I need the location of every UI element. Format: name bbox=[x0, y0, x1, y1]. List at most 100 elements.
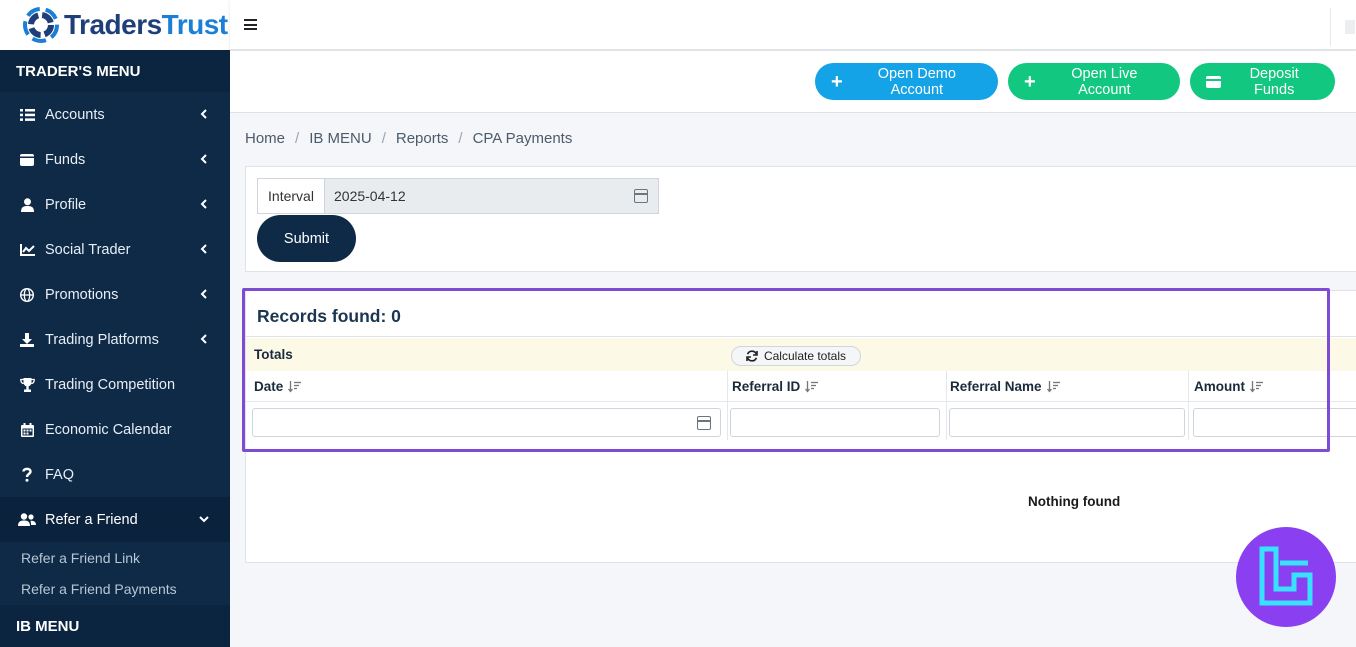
logo-text-part2: Trust bbox=[161, 9, 228, 40]
calendar-icon[interactable] bbox=[634, 189, 648, 203]
plus-icon: + bbox=[831, 70, 843, 93]
column-header-label: Amount bbox=[1194, 379, 1245, 394]
globe-icon bbox=[18, 287, 36, 303]
credit-card-icon bbox=[1206, 75, 1223, 88]
breadcrumb-ib-menu[interactable]: IB MENU bbox=[309, 130, 372, 147]
chart-line-icon bbox=[18, 242, 36, 258]
plus-icon: + bbox=[1024, 70, 1036, 93]
column-header-amount[interactable]: Amount bbox=[1194, 379, 1263, 394]
breadcrumb-home[interactable]: Home bbox=[245, 130, 285, 147]
sidebar-item-accounts[interactable]: Accounts bbox=[0, 92, 230, 137]
interval-label: Interval bbox=[257, 178, 324, 214]
nothing-found-message: Nothing found bbox=[1028, 494, 1121, 509]
user-icon bbox=[18, 197, 36, 213]
list-icon bbox=[18, 107, 36, 123]
chevron-left-icon bbox=[200, 289, 207, 299]
sidebar-subitem-refer-a-friend-link[interactable]: Refer a Friend Link bbox=[0, 542, 230, 573]
chevron-left-icon bbox=[200, 199, 207, 209]
sidebar-item-label: Trading Competition bbox=[45, 376, 176, 393]
sidebar-item-label: Economic Calendar bbox=[45, 421, 172, 438]
download-icon bbox=[18, 332, 36, 348]
sort-icon[interactable] bbox=[1250, 380, 1263, 393]
column-header-label: Date bbox=[254, 379, 284, 394]
top-bar bbox=[230, 0, 1356, 50]
column-header-referral-id[interactable]: Referral ID bbox=[732, 379, 819, 394]
sidebar-item-social-trader[interactable]: Social Trader bbox=[0, 227, 230, 272]
calendar-icon bbox=[18, 422, 36, 438]
open-live-account-label: Open Live Account bbox=[1071, 65, 1138, 98]
logo-icon bbox=[23, 7, 59, 43]
divider bbox=[246, 336, 1356, 337]
sidebar-item-label: Refer a Friend bbox=[45, 511, 138, 528]
sidebar-item-label: Social Trader bbox=[45, 241, 131, 258]
logo-text-part1: Traders bbox=[64, 9, 162, 40]
sidebar-item-label: Profile bbox=[45, 196, 87, 213]
watermark-logo bbox=[1236, 527, 1336, 627]
logo[interactable]: TradersTrust bbox=[0, 0, 230, 50]
records-panel: Records found: 0 Totals Calculate totals… bbox=[245, 290, 1356, 563]
breadcrumb-cpa-payments: CPA Payments bbox=[472, 130, 573, 147]
sidebar-item-label: FAQ bbox=[45, 466, 75, 483]
sidebar-item-profile[interactable]: Profile bbox=[0, 182, 230, 227]
open-demo-account-button[interactable]: + Open Demo Account bbox=[815, 63, 998, 100]
sidebar-item-label: Promotions bbox=[45, 286, 119, 303]
chevron-left-icon bbox=[200, 109, 207, 119]
chevron-left-icon bbox=[200, 244, 207, 254]
column-divider bbox=[946, 371, 947, 440]
sidebar-item-label: Accounts bbox=[45, 106, 105, 123]
column-header-label: Referral Name bbox=[950, 379, 1042, 394]
sidebar-item-promotions[interactable]: Promotions bbox=[0, 272, 230, 317]
submit-button[interactable]: Submit bbox=[257, 215, 356, 262]
sidebar-item-refer-a-friend[interactable]: Refer a Friend bbox=[0, 497, 230, 542]
calculate-totals-label: Calculate totals bbox=[763, 349, 847, 363]
open-live-account-button[interactable]: + Open Live Account bbox=[1008, 63, 1180, 100]
breadcrumb-reports[interactable]: Reports bbox=[396, 130, 449, 147]
totals-label: Totals bbox=[254, 347, 293, 362]
action-bar: + Open Demo Account + Open Live Account … bbox=[230, 51, 1356, 113]
column-header-label: Referral ID bbox=[732, 379, 801, 394]
calendar-icon[interactable] bbox=[697, 416, 711, 430]
referral-name-filter-input[interactable] bbox=[949, 408, 1185, 437]
sidebar-item-label: Funds bbox=[45, 151, 86, 168]
filter-panel: Interval 2025-04-12 Submit bbox=[245, 166, 1356, 272]
sidebar-item-funds[interactable]: Funds bbox=[0, 137, 230, 182]
wallet-icon bbox=[18, 152, 36, 168]
topbar-user-area[interactable] bbox=[1330, 8, 1356, 46]
chevron-down-icon bbox=[199, 516, 209, 523]
sidebar-item-trading-competition[interactable]: Trading Competition bbox=[0, 362, 230, 407]
ib-menu-header[interactable]: IB MENU bbox=[0, 605, 230, 647]
sidebar-item-economic-calendar[interactable]: Economic Calendar bbox=[0, 407, 230, 452]
referral-id-filter-input[interactable] bbox=[730, 408, 940, 437]
sidebar-subitem-refer-a-friend-payments[interactable]: Refer a Friend Payments bbox=[0, 573, 230, 604]
traders-menu-header: TRADER'S MENU bbox=[0, 50, 230, 92]
breadcrumb: Home / IB MENU / Reports / CPA Payments bbox=[245, 130, 572, 147]
users-icon bbox=[18, 512, 36, 528]
sort-icon[interactable] bbox=[1046, 380, 1060, 393]
deposit-funds-button[interactable]: Deposit Funds bbox=[1190, 63, 1335, 100]
sidebar-item-label: Trading Platforms bbox=[45, 331, 159, 348]
date-filter-input[interactable] bbox=[252, 408, 721, 437]
open-demo-account-label: Open Demo Account bbox=[877, 65, 956, 98]
sidebar-item-faq[interactable]: FAQ bbox=[0, 452, 230, 497]
breadcrumb-separator: / bbox=[381, 130, 386, 147]
interval-group: Interval 2025-04-12 bbox=[257, 178, 659, 214]
sort-icon[interactable] bbox=[805, 380, 819, 393]
sidebar: TradersTrust TRADER'S MENU Accounts Fund… bbox=[0, 0, 230, 647]
interval-date-value: 2025-04-12 bbox=[334, 188, 406, 204]
question-icon bbox=[18, 467, 36, 483]
sort-icon[interactable] bbox=[288, 380, 302, 393]
breadcrumb-separator: / bbox=[295, 130, 300, 147]
chevron-left-icon bbox=[200, 334, 207, 344]
records-found-title: Records found: 0 bbox=[257, 306, 401, 326]
column-header-referral-name[interactable]: Referral Name bbox=[950, 379, 1060, 394]
refresh-icon bbox=[746, 350, 758, 362]
sidebar-item-trading-platforms[interactable]: Trading Platforms bbox=[0, 317, 230, 362]
deposit-funds-label: Deposit Funds bbox=[1249, 65, 1299, 98]
amount-filter-input[interactable] bbox=[1193, 408, 1356, 437]
hamburger-menu-icon[interactable] bbox=[244, 19, 257, 30]
trophy-icon bbox=[18, 377, 36, 393]
column-header-date[interactable]: Date bbox=[254, 379, 302, 394]
calculate-totals-button[interactable]: Calculate totals bbox=[731, 346, 861, 366]
breadcrumb-separator: / bbox=[458, 130, 463, 147]
interval-date-input[interactable]: 2025-04-12 bbox=[324, 178, 659, 214]
